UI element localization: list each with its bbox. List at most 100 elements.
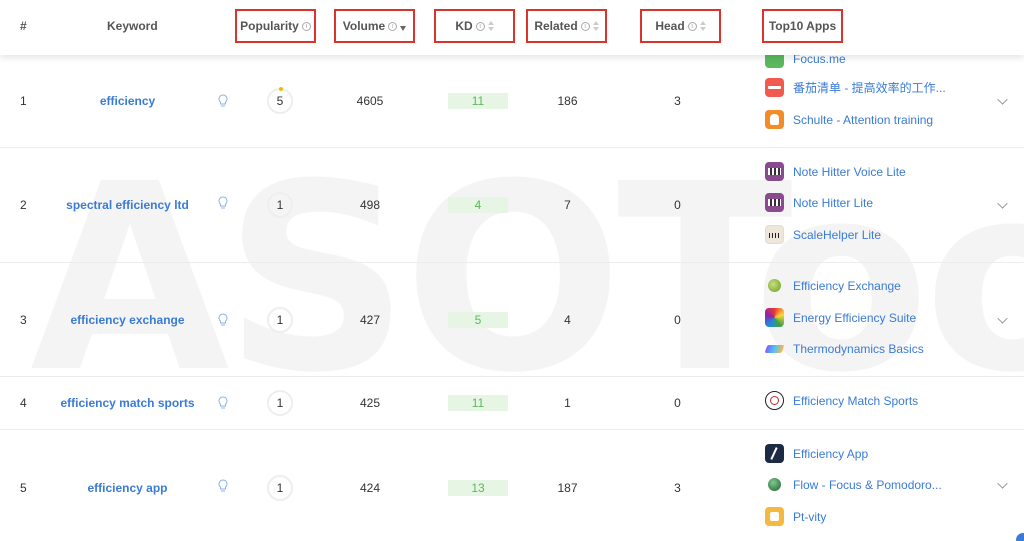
related-value[interactable]: 7 <box>545 148 590 262</box>
lightbulb-icon[interactable] <box>217 94 229 109</box>
tomato-list-icon <box>765 78 784 97</box>
app-item[interactable]: Thermodynamics Basics <box>764 339 924 358</box>
app-item[interactable]: Schulte - Attention training <box>765 110 933 129</box>
related-value[interactable]: 1 <box>545 377 590 429</box>
column-header-head[interactable]: Head i <box>640 9 721 43</box>
note-hitter-voice-icon <box>765 162 784 181</box>
related-value[interactable]: 4 <box>545 263 590 376</box>
info-icon[interactable]: i <box>687 21 697 31</box>
column-header-volume[interactable]: Volume i <box>334 9 415 43</box>
app-item[interactable]: Note Hitter Voice Lite <box>765 162 906 181</box>
app-item[interactable]: Efficiency Match Sports <box>765 391 918 410</box>
chevron-down-icon[interactable] <box>997 312 1008 324</box>
keyword-link[interactable]: efficiency match sports <box>50 377 205 429</box>
sort-icon[interactable] <box>487 21 494 31</box>
row-number: 5 <box>20 480 27 495</box>
kd-badge: 11 <box>448 93 508 109</box>
app-name: ScaleHelper Lite <box>793 227 882 242</box>
thermodynamics-icon <box>764 339 785 358</box>
chat-bubble-icon[interactable] <box>1016 533 1024 541</box>
app-name: Note Hitter Lite <box>793 195 874 210</box>
popularity-gauge: 1 <box>267 390 293 416</box>
row-number: 3 <box>20 312 27 327</box>
energy-suite-icon <box>765 308 784 327</box>
ptvity-icon <box>765 507 784 526</box>
popularity-value: 5 <box>276 94 284 108</box>
efficiency-exchange-icon <box>765 276 784 295</box>
row-number: 2 <box>20 198 27 212</box>
note-hitter-icon <box>765 193 784 212</box>
lightbulb-icon[interactable] <box>217 478 229 494</box>
keyword-link[interactable]: efficiency exchange <box>50 263 205 376</box>
app-item[interactable]: Efficiency App <box>765 444 868 463</box>
kd-badge: 13 <box>448 479 508 496</box>
popularity-gauge: 1 <box>267 306 293 333</box>
related-value[interactable]: 187 <box>545 430 590 541</box>
sort-icon[interactable] <box>592 21 599 31</box>
popularity-value: 1 <box>276 198 284 212</box>
app-item[interactable]: Pt-vity <box>765 507 826 526</box>
chevron-down-icon[interactable] <box>997 198 1008 209</box>
head-value[interactable]: 0 <box>655 377 700 429</box>
app-item[interactable]: Note Hitter Lite <box>765 193 873 212</box>
scalehelper-icon <box>765 225 784 244</box>
table-row: 1 efficiency 5 4605 11 186 3 Focus.me 番茄… <box>0 49 1024 148</box>
kd-badge: 4 <box>448 197 508 213</box>
head-value[interactable]: 3 <box>655 55 700 147</box>
keyword-link[interactable]: spectral efficiency ltd <box>50 148 205 262</box>
popularity-indicator-dot <box>279 87 283 91</box>
table-row: 5 efficiency app 1 424 13 187 3 Efficien… <box>0 430 1024 541</box>
related-header-label: Related <box>534 19 578 33</box>
volume-value: 4605 <box>356 94 384 108</box>
app-name: Efficiency App <box>793 446 869 461</box>
app-name: Pt-vity <box>793 509 827 524</box>
info-icon[interactable]: i <box>580 21 590 31</box>
column-header-keyword: Keyword <box>107 19 158 33</box>
chevron-down-icon[interactable] <box>997 477 1008 489</box>
popularity-value: 1 <box>276 396 284 410</box>
popularity-value: 1 <box>276 312 284 327</box>
related-value[interactable]: 186 <box>545 55 590 147</box>
app-name: Thermodynamics Basics <box>793 341 924 356</box>
volume-header-label: Volume <box>342 19 386 33</box>
app-item[interactable]: 番茄清单 - 提高效率的工作... <box>765 78 946 97</box>
lightbulb-icon[interactable] <box>217 396 229 411</box>
head-header-label: Head <box>655 19 685 33</box>
match-sports-icon <box>765 391 784 410</box>
kd-badge: 5 <box>448 311 508 328</box>
app-name: Energy Efficiency Suite <box>793 310 917 325</box>
kd-header-label: KD <box>455 19 473 33</box>
volume-value: 498 <box>359 198 381 212</box>
app-item[interactable]: ScaleHelper Lite <box>765 225 881 244</box>
keyword-link[interactable]: efficiency app <box>50 430 205 541</box>
column-header-kd[interactable]: KD i <box>434 9 515 43</box>
lightbulb-icon[interactable] <box>217 196 229 211</box>
app-item[interactable]: Energy Efficiency Suite <box>765 308 916 327</box>
keyword-link[interactable]: efficiency <box>50 55 205 147</box>
head-value[interactable]: 3 <box>655 430 700 541</box>
app-name: Note Hitter Voice Lite <box>793 164 906 179</box>
lightbulb-icon[interactable] <box>217 312 229 328</box>
volume-value: 427 <box>359 312 381 327</box>
head-value[interactable]: 0 <box>655 263 700 376</box>
app-name: Efficiency Match Sports <box>793 393 919 408</box>
column-header-popularity[interactable]: Popularity i <box>235 9 316 43</box>
efficiency-app-icon <box>765 444 784 463</box>
info-icon[interactable]: i <box>388 21 398 31</box>
table-header: # Keyword Popularity i Volume i KD i Rel… <box>0 0 1024 55</box>
info-icon[interactable]: i <box>475 21 485 31</box>
sort-icon[interactable] <box>699 21 706 31</box>
volume-value: 424 <box>359 480 381 495</box>
popularity-gauge: 5 <box>267 87 293 114</box>
app-item[interactable]: Efficiency Exchange <box>765 276 901 295</box>
table-row: 4 efficiency match sports 1 425 11 1 0 E… <box>0 377 1024 430</box>
app-item[interactable]: Flow - Focus & Pomodoro... <box>765 475 942 494</box>
head-value[interactable]: 0 <box>655 148 700 262</box>
popularity-gauge: 1 <box>267 474 293 501</box>
table-row: 3 efficiency exchange 1 427 5 4 0 Effici… <box>0 263 1024 377</box>
info-icon[interactable]: i <box>301 21 311 31</box>
sort-descending-icon[interactable] <box>400 25 407 31</box>
column-header-related[interactable]: Related i <box>526 9 607 43</box>
chevron-down-icon[interactable] <box>997 94 1008 105</box>
kd-badge: 11 <box>448 395 508 411</box>
